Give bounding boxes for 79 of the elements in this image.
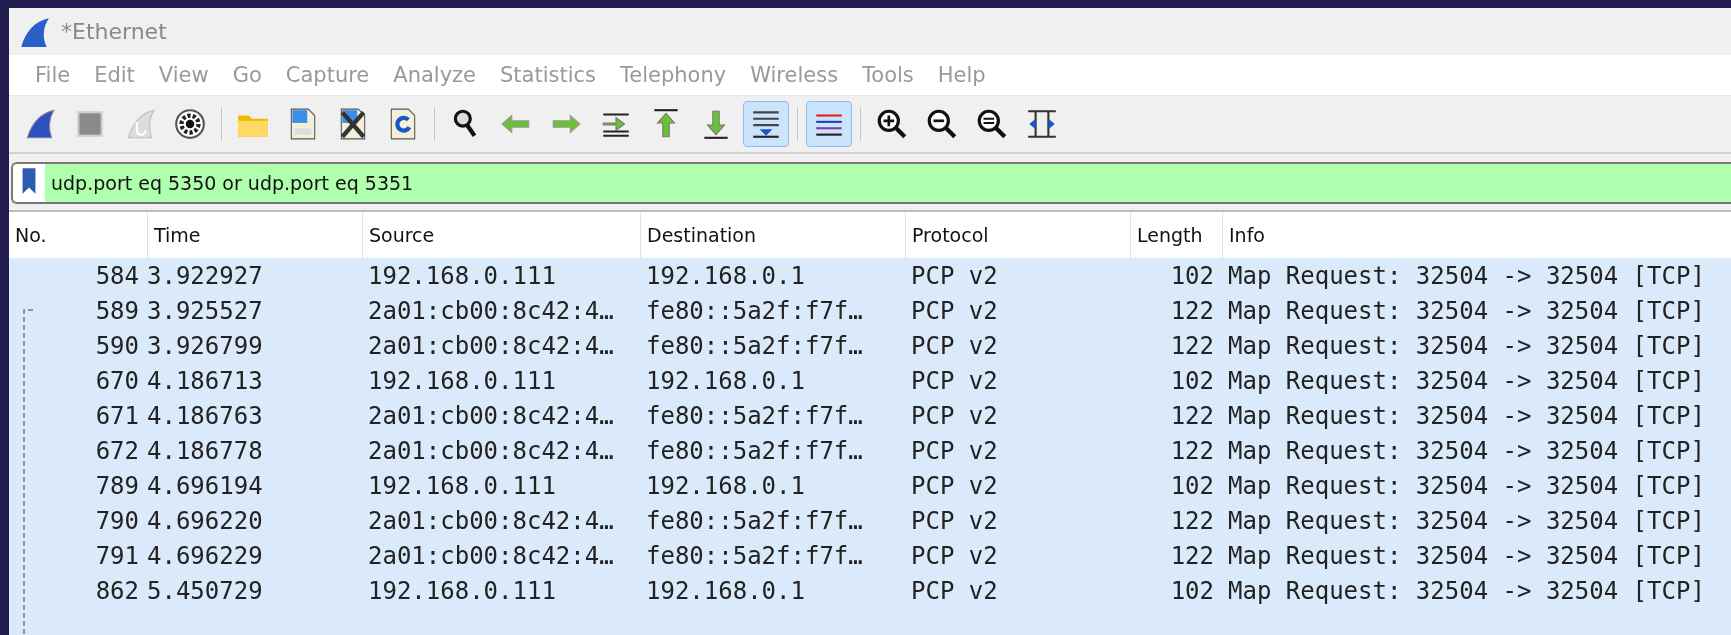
time-cell-text: 4.186778 [147,436,264,465]
protocol-cell-text: PCP v2 [910,576,999,605]
destination-cell-text: fe80::5a2f:f7f… [645,296,864,325]
number-cell-text: 589 [94,296,140,325]
protocol-cell-text: PCP v2 [910,331,999,360]
protocol-cell-text: PCP v2 [910,471,999,500]
destination-cell-text: 192.168.0.1 [645,366,806,395]
destination-cell-text: fe80::5a2f:f7f… [645,436,864,465]
time-cell-text: 4.696229 [147,541,264,570]
info-cell-text: Map Request: 32504 -> 32504 [TCP] [1227,506,1706,535]
number-cell-text: 672 [94,436,140,465]
number-cell-text: 670 [94,366,140,395]
autoscroll-button[interactable] [743,101,789,147]
protocol-cell-text: PCP v2 [910,401,999,430]
number-cell-text: 791 [94,541,140,570]
length-cell-text: 122 [1169,296,1215,325]
info-cell-text: Map Request: 32504 -> 32504 [TCP] [1227,471,1706,500]
protocol-cell-text: PCP v2 [910,296,999,325]
resize-columns-icon [1025,107,1059,141]
protocol-cell-text: PCP v2 [910,366,999,395]
zoom-in-icon [875,107,909,141]
source-cell-text: 2a01:cb00:8c42:4… [367,296,615,325]
number-cell-text: 584 [94,261,140,290]
source-cell-text: 2a01:cb00:8c42:4… [367,436,615,465]
source-cell-text: 2a01:cb00:8c42:4… [367,541,615,570]
window-title: *Ethernet [61,19,167,44]
column-header[interactable]: No. [9,212,147,258]
info-cell-text: Map Request: 32504 -> 32504 [TCP] [1227,576,1706,605]
info-cell-text: Map Request: 32504 -> 32504 [TCP] [1227,541,1706,570]
time-cell-text: 5.450729 [147,576,264,605]
source-cell-text: 192.168.0.111 [367,366,557,395]
protocol-cell-text: PCP v2 [910,261,999,290]
length-cell-text: 102 [1169,471,1215,500]
destination-cell-text: fe80::5a2f:f7f… [645,401,864,430]
destination-cell-text: fe80::5a2f:f7f… [645,331,864,360]
source-cell-text: 192.168.0.111 [367,576,557,605]
time-cell-text: 4.186763 [147,401,264,430]
destination-cell-text: fe80::5a2f:f7f… [645,506,864,535]
zoom-out-icon [925,107,959,141]
info-cell-text: Map Request: 32504 -> 32504 [TCP] [1227,331,1706,360]
destination-cell-text: 192.168.0.1 [645,261,806,290]
length-cell-text: 122 [1169,506,1215,535]
time-cell-text: 4.696194 [147,471,264,500]
info-cell-text: Map Request: 32504 -> 32504 [TCP] [1227,366,1706,395]
zoom-reset-icon [975,107,1009,141]
length-cell-text: 102 [1169,576,1215,605]
time-cell-text: 4.696220 [147,506,264,535]
length-cell-text: 122 [1169,541,1215,570]
protocol-cell-text: PCP v2 [910,436,999,465]
length-cell-text: 102 [1169,261,1215,290]
number-cell-text: 789 [94,471,140,500]
length-cell-text: 122 [1169,436,1215,465]
protocol-cell-text: PCP v2 [910,541,999,570]
source-cell-text: 2a01:cb00:8c42:4… [367,506,615,535]
length-cell-text: 122 [1169,331,1215,360]
number-cell-text: 790 [94,506,140,535]
time-cell-text: 4.186713 [147,366,264,395]
destination-cell-text: 192.168.0.1 [645,576,806,605]
source-cell-text: 192.168.0.111 [367,261,557,290]
gear-icon [173,107,207,141]
length-cell-text: 102 [1169,366,1215,395]
colorize-button[interactable] [806,101,852,147]
time-cell-text: 3.926799 [147,331,264,360]
info-cell-text: Map Request: 32504 -> 32504 [TCP] [1227,261,1706,290]
time-cell-text: 3.922927 [147,261,264,290]
destination-cell-text: fe80::5a2f:f7f… [645,541,864,570]
number-cell-text: 862 [94,576,140,605]
source-cell-text: 2a01:cb00:8c42:4… [367,401,615,430]
source-cell-text: 2a01:cb00:8c42:4… [367,331,615,360]
time-cell-text: 3.925527 [147,296,264,325]
length-cell-text: 122 [1169,401,1215,430]
source-cell-text: 192.168.0.111 [367,471,557,500]
protocol-cell-text: PCP v2 [910,506,999,535]
destination-cell-text: 192.168.0.1 [645,471,806,500]
number-cell-text: 671 [94,401,140,430]
info-cell-text: Map Request: 32504 -> 32504 [TCP] [1227,401,1706,430]
info-cell-text: Map Request: 32504 -> 32504 [TCP] [1227,436,1706,465]
info-cell-text: Map Request: 32504 -> 32504 [TCP] [1227,296,1706,325]
number-cell-text: 590 [94,331,140,360]
